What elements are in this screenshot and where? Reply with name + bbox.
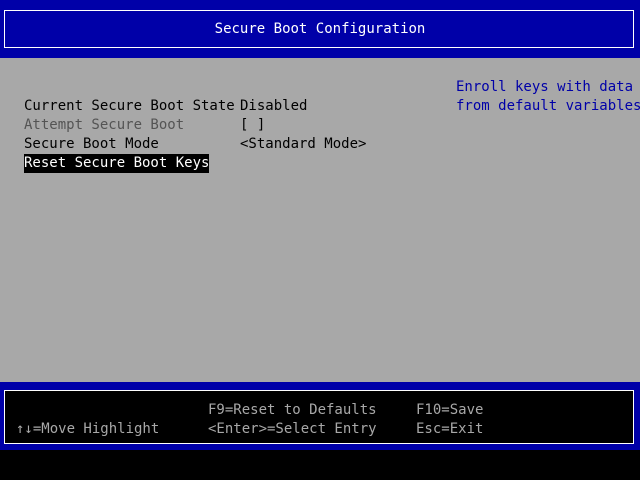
secure-boot-mode-label[interactable]: Secure Boot Mode <box>24 135 159 154</box>
current-secure-boot-state-label: Current Secure Boot State <box>24 98 235 114</box>
attempt-secure-boot-checkbox[interactable]: [ ] <box>240 116 265 135</box>
move-highlight-hint: ↑↓=Move Highlight <box>16 421 160 437</box>
select-entry-hint: <Enter>=Select Entry <box>208 421 377 437</box>
help-text-line-1: Enroll keys with data <box>456 79 634 95</box>
reset-secure-boot-keys-item[interactable]: Reset Secure Boot Keys <box>24 154 210 173</box>
attempt-secure-boot-label: Attempt Secure Boot <box>24 117 185 133</box>
exit-hint: Esc=Exit <box>416 421 484 437</box>
help-text-line-2: from default variables <box>456 98 640 114</box>
secure-boot-mode-select[interactable]: <Standard Mode> <box>240 135 366 154</box>
page-title: Secure Boot Configuration <box>214 21 426 37</box>
save-hint: F10=Save <box>416 402 484 418</box>
current-secure-boot-state-value: Disabled <box>240 98 308 114</box>
screen-bottom-border <box>0 450 640 480</box>
reset-defaults-hint: F9=Reset to Defaults <box>208 402 377 418</box>
